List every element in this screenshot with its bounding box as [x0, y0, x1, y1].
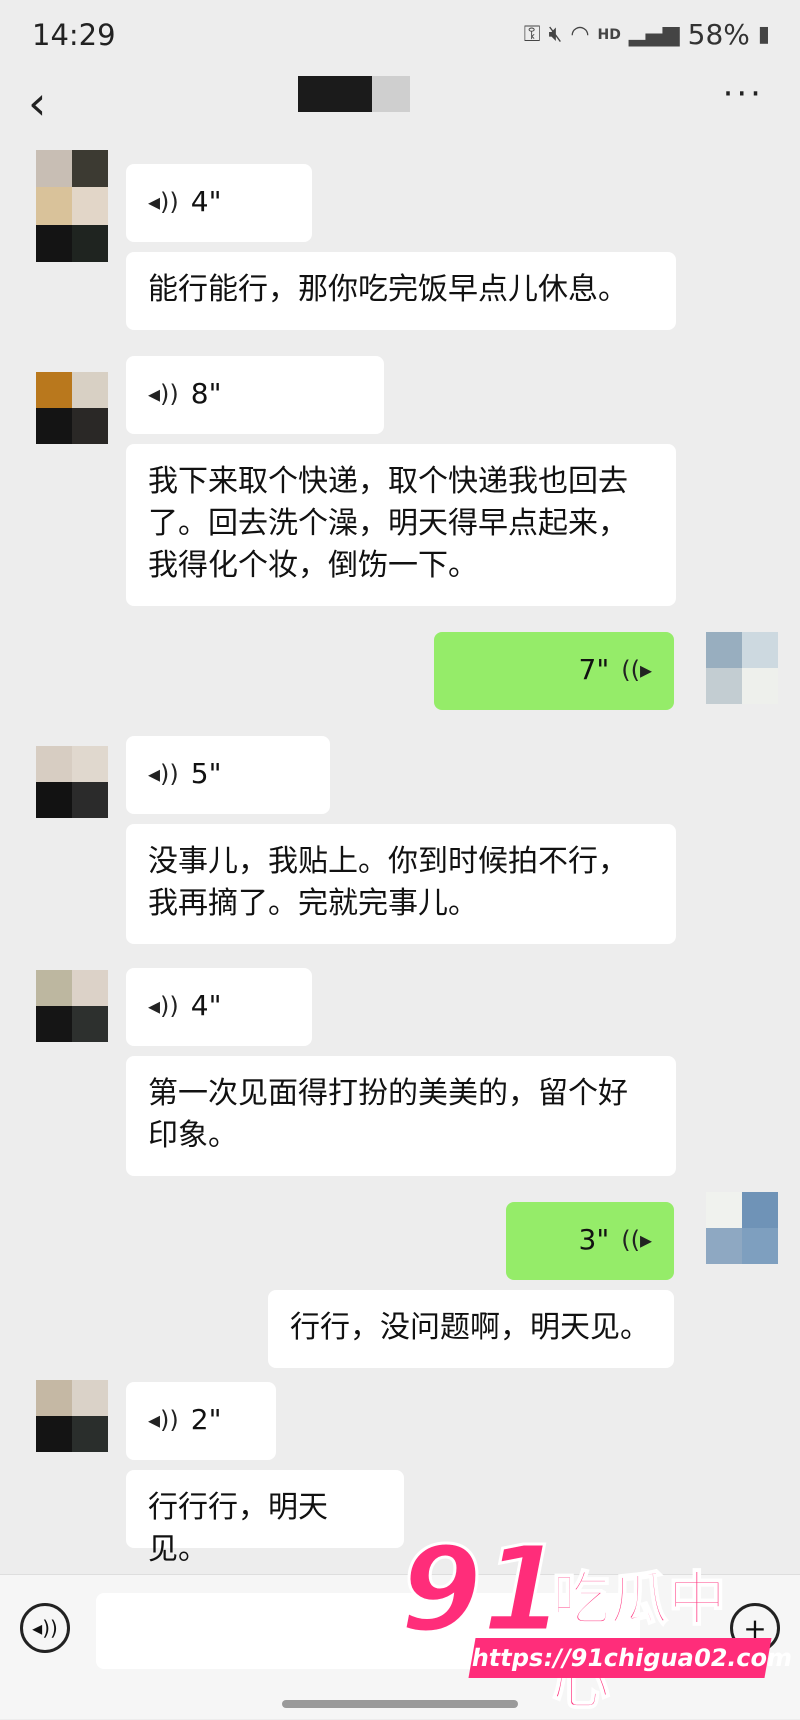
- message-line: 第一次见面得打扮的美美的，留个好: [148, 1076, 628, 1111]
- watermark-number: 91: [398, 1520, 565, 1658]
- text-message[interactable]: 行行行，明天见。: [126, 1470, 404, 1567]
- voice-message[interactable]: ◂)) 4": [126, 968, 312, 1046]
- voice-duration: 8": [190, 377, 222, 410]
- voice-message-sent[interactable]: 3" ((▸: [506, 1202, 674, 1280]
- voice-duration: 5": [190, 757, 222, 790]
- voice-wave-icon: ◂)): [148, 380, 179, 408]
- message-text: 行行，没问题啊，明天见。: [290, 1310, 650, 1345]
- avatar[interactable]: [36, 150, 108, 262]
- voice-message-sent[interactable]: 7" ((▸: [434, 632, 674, 710]
- chat-header: ‹ ···: [0, 72, 800, 138]
- voice-duration: 4": [190, 185, 222, 218]
- avatar[interactable]: [36, 970, 108, 1042]
- chevron-left-icon[interactable]: ‹: [28, 80, 46, 126]
- text-message[interactable]: 第一次见面得打扮的美美的，留个好 印象。: [126, 1056, 676, 1176]
- voice-wave-icon: ((▸: [621, 656, 652, 684]
- voice-input-icon[interactable]: ◂)): [20, 1603, 70, 1653]
- signal-icon: ▂▄▆: [628, 21, 680, 47]
- watermark-text: 吃瓜中心: [551, 1564, 727, 1718]
- message-line: 我再摘了。完就完事儿。: [148, 886, 478, 921]
- battery-percent: 58%: [687, 18, 750, 51]
- message-line: 没事儿，我贴上。你到时候拍不行，: [148, 844, 628, 879]
- more-icon[interactable]: ···: [723, 74, 764, 114]
- voice-duration: 7": [578, 653, 610, 686]
- battery-icon: ▮: [757, 21, 770, 47]
- voice-message[interactable]: ◂)) 5": [126, 736, 330, 814]
- message-text: 行行行，明天见。: [148, 1490, 328, 1567]
- message-text: 能行能行，那你吃完饭早点儿休息。: [148, 272, 628, 307]
- voice-wave-icon: ◂)): [148, 760, 179, 788]
- watermark-url: https://91chigua02.com: [468, 1638, 795, 1678]
- voice-wave-icon: ◂)): [148, 1406, 179, 1434]
- status-time: 14:29: [32, 18, 116, 52]
- voice-wave-icon: ((▸: [621, 1226, 652, 1254]
- text-message[interactable]: 没事儿，我贴上。你到时候拍不行， 我再摘了。完就完事儿。: [126, 824, 676, 944]
- message-line: 我下来取个快递，取个快递我也回去: [148, 464, 628, 499]
- voice-message[interactable]: ◂)) 2": [126, 1382, 276, 1460]
- contact-name-redacted: [298, 76, 410, 112]
- status-icons: ⚿ 🔇︎ ◠ HD ▂▄▆ 58% ▮: [524, 18, 770, 51]
- message-line: 我得化个妆，倒饬一下。: [148, 548, 478, 583]
- voice-message[interactable]: ◂)) 4": [126, 164, 312, 242]
- voice-duration: 4": [190, 989, 222, 1022]
- wifi-icon: ◠: [570, 21, 590, 47]
- avatar-self[interactable]: [706, 1192, 778, 1264]
- voice-wave-icon: ◂)): [148, 992, 179, 1020]
- message-line: 了。回去洗个澡，明天得早点起来，: [148, 506, 628, 541]
- avatar-self[interactable]: [706, 632, 778, 704]
- home-indicator[interactable]: [282, 1700, 518, 1708]
- message-line: 印象。: [148, 1118, 238, 1153]
- voice-message[interactable]: ◂)) 8": [126, 356, 384, 434]
- voice-duration: 2": [190, 1403, 222, 1436]
- voice-duration: 3": [578, 1223, 610, 1256]
- avatar[interactable]: [36, 372, 108, 444]
- watermark-logo: 91 吃瓜中心 https://91chigua02.com: [398, 1520, 795, 1719]
- voice-wave-icon: ◂)): [148, 188, 179, 216]
- avatar[interactable]: [36, 746, 108, 818]
- text-message-sent[interactable]: 行行，没问题啊，明天见。: [268, 1290, 674, 1368]
- avatar[interactable]: [36, 1380, 108, 1452]
- hd-label: HD: [597, 26, 621, 43]
- mute-icon: 🔇︎: [548, 21, 563, 47]
- text-message[interactable]: 我下来取个快递，取个快递我也回去 了。回去洗个澡，明天得早点起来， 我得化个妆，…: [126, 444, 676, 606]
- text-message[interactable]: 能行能行，那你吃完饭早点儿休息。: [126, 252, 676, 330]
- status-bar: 14:29 ⚿ 🔇︎ ◠ HD ▂▄▆ 58% ▮: [0, 0, 800, 72]
- key-icon: ⚿: [523, 21, 541, 47]
